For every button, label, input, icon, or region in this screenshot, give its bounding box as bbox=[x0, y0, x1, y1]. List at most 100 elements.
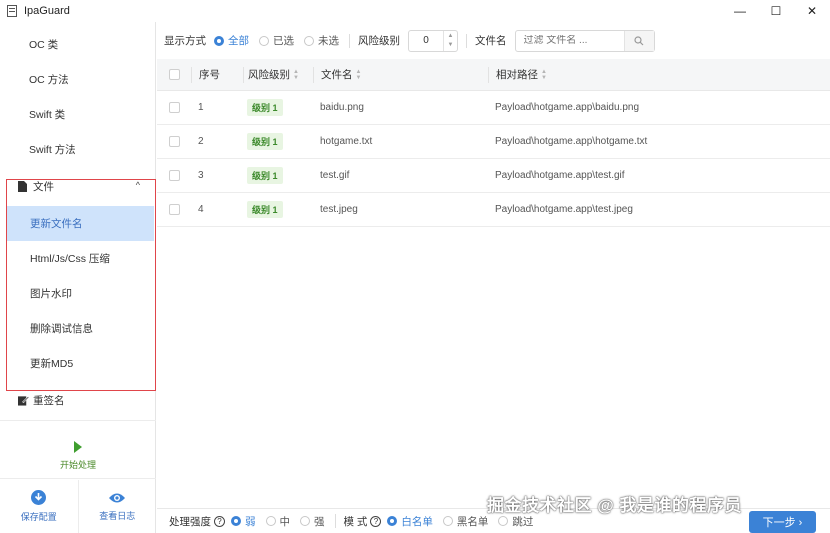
table-header: 序号 风险级别 ▲ ▼ 文件名 ▲ ▼ 相对路径 ▲ ▼ bbox=[157, 59, 830, 91]
chevron-down-icon[interactable]: ▼ bbox=[448, 41, 454, 50]
sidebar: OC 类 OC 方法 Swift 类 Swift 方法 文件 ^ 更新文件名 H… bbox=[0, 22, 156, 533]
col-filename[interactable]: 文件名 bbox=[321, 67, 353, 82]
eye-icon bbox=[108, 492, 126, 504]
close-button[interactable]: ✕ bbox=[794, 0, 830, 22]
sidebar-item-resign[interactable]: 重签名 bbox=[0, 383, 156, 418]
col-relative-path[interactable]: 相对路径 bbox=[496, 67, 538, 82]
row-filename: hotgame.txt bbox=[320, 136, 373, 147]
search-input[interactable] bbox=[515, 35, 624, 46]
radio-blacklist-label[interactable]: 黑名单 bbox=[457, 514, 489, 529]
search-button[interactable] bbox=[623, 30, 654, 51]
sidebar-divider bbox=[0, 478, 156, 479]
sidebar-group-file-label: 文件 bbox=[33, 181, 54, 193]
sidebar-item-update-md5[interactable]: 更新MD5 bbox=[6, 346, 154, 381]
view-log-button[interactable]: 查看日志 bbox=[79, 480, 157, 533]
radio-unselected[interactable] bbox=[304, 35, 314, 46]
radio-weak[interactable] bbox=[231, 516, 241, 526]
col-risk-level[interactable]: 风险级别 bbox=[248, 67, 290, 82]
sidebar-item-rename-file[interactable]: 更新文件名 bbox=[6, 206, 154, 241]
file-icon bbox=[18, 181, 29, 193]
strength-label: 处理强度 bbox=[169, 515, 211, 528]
radio-selected[interactable] bbox=[259, 35, 269, 46]
app-icon bbox=[6, 5, 18, 17]
table-row[interactable]: 2 级别 1 hotgame.txt Payload\hotgame.app\h… bbox=[157, 125, 830, 159]
radio-all[interactable] bbox=[214, 35, 224, 46]
sidebar-item-remove-debug[interactable]: 删除调试信息 bbox=[6, 311, 154, 346]
row-index: 3 bbox=[198, 170, 204, 181]
col-index: 序号 bbox=[199, 69, 220, 81]
main-panel: 显示方式 全部 已选 未选 风险级别 0 ▲▼ 文件名 序号 风险级别▲▼ 文件… bbox=[157, 22, 830, 533]
sidebar-item-compress[interactable]: Html/Js/Css 压缩 bbox=[6, 241, 154, 276]
play-icon bbox=[74, 441, 82, 453]
display-mode-label: 显示方式 bbox=[164, 35, 206, 47]
row-checkbox[interactable] bbox=[168, 102, 180, 113]
row-checkbox[interactable] bbox=[168, 204, 180, 215]
minimize-button[interactable]: — bbox=[722, 0, 758, 22]
sidebar-item-oc-class[interactable]: OC 类 bbox=[0, 27, 156, 62]
window-title: IpaGuard bbox=[24, 5, 70, 17]
row-filename: baidu.png bbox=[320, 102, 364, 113]
sidebar-item-oc-method[interactable]: OC 方法 bbox=[0, 62, 156, 97]
table-row[interactable]: 3 级别 1 test.gif Payload\hotgame.app\test… bbox=[157, 159, 830, 193]
sidebar-divider bbox=[0, 420, 156, 421]
risk-level-badge: 级别 1 bbox=[247, 99, 283, 116]
row-index: 4 bbox=[198, 204, 204, 215]
row-index: 2 bbox=[198, 136, 204, 147]
filename-search-field[interactable] bbox=[514, 29, 655, 52]
row-checkbox[interactable] bbox=[168, 170, 180, 181]
stepper-arrows[interactable]: ▲ ▼ bbox=[443, 30, 457, 51]
row-filename: test.jpeg bbox=[320, 204, 358, 215]
divider bbox=[466, 33, 467, 48]
radio-blacklist[interactable] bbox=[442, 516, 453, 526]
help-icon[interactable]: ? bbox=[370, 515, 382, 527]
sidebar-item-image-watermark[interactable]: 图片水印 bbox=[6, 276, 154, 311]
risk-level-badge: 级别 1 bbox=[247, 133, 283, 150]
radio-medium[interactable] bbox=[265, 516, 276, 526]
mode-label: 模 式 bbox=[343, 515, 368, 528]
radio-whitelist[interactable] bbox=[387, 516, 398, 526]
radio-unselected-label[interactable]: 未选 bbox=[318, 33, 339, 48]
next-step-button[interactable]: 下一步 › bbox=[749, 511, 816, 533]
sort-icon[interactable]: ▲ ▼ bbox=[541, 69, 547, 81]
risk-level-label: 风险级别 bbox=[358, 35, 400, 47]
row-path: Payload\hotgame.app\test.jpeg bbox=[495, 204, 633, 215]
row-path: Payload\hotgame.app\baidu.png bbox=[495, 102, 640, 113]
start-processing-button[interactable]: 开始处理 bbox=[0, 434, 156, 478]
maximize-button[interactable]: ☐ bbox=[758, 0, 794, 22]
radio-selected-label[interactable]: 已选 bbox=[273, 33, 294, 48]
table-row[interactable]: 1 级别 1 baidu.png Payload\hotgame.app\bai… bbox=[157, 91, 830, 125]
row-path: Payload\hotgame.app\test.gif bbox=[495, 170, 625, 181]
chevron-up-icon[interactable]: ^ bbox=[136, 180, 140, 190]
sidebar-item-swift-method[interactable]: Swift 方法 bbox=[0, 132, 156, 167]
save-config-button[interactable]: 保存配置 bbox=[0, 480, 79, 533]
radio-weak-label[interactable]: 弱 bbox=[245, 514, 256, 529]
radio-all-label[interactable]: 全部 bbox=[228, 33, 249, 48]
risk-level-stepper[interactable]: 0 ▲ ▼ bbox=[408, 29, 458, 52]
row-index: 1 bbox=[198, 102, 204, 113]
row-filename: test.gif bbox=[320, 170, 350, 181]
radio-whitelist-label[interactable]: 白名单 bbox=[401, 514, 433, 529]
row-checkbox[interactable] bbox=[168, 136, 180, 147]
radio-skip[interactable] bbox=[498, 516, 509, 526]
sort-icon[interactable]: ▲ ▼ bbox=[356, 69, 362, 81]
table-row[interactable]: 4 级别 1 test.jpeg Payload\hotgame.app\tes… bbox=[157, 193, 830, 227]
chevron-up-icon[interactable]: ▲ bbox=[448, 32, 454, 41]
resign-icon bbox=[18, 395, 29, 407]
radio-strong-label[interactable]: 强 bbox=[314, 514, 325, 529]
watermark-text: 掘金技术社区 @ 我是谁的程序员 bbox=[487, 496, 743, 515]
sort-icon[interactable]: ▲ ▼ bbox=[293, 69, 299, 81]
radio-strong[interactable] bbox=[300, 516, 310, 526]
select-all-checkbox[interactable] bbox=[168, 69, 180, 80]
radio-medium-label[interactable]: 中 bbox=[280, 514, 291, 529]
help-icon[interactable]: ? bbox=[214, 515, 225, 527]
filename-label: 文件名 bbox=[475, 35, 507, 47]
download-icon bbox=[31, 490, 47, 505]
search-icon bbox=[634, 35, 644, 45]
risk-level-badge: 级别 1 bbox=[247, 167, 283, 184]
sidebar-item-swift-class[interactable]: Swift 类 bbox=[0, 97, 156, 132]
risk-level-value[interactable]: 0 bbox=[409, 35, 443, 46]
save-config-label: 保存配置 bbox=[20, 512, 57, 522]
divider bbox=[334, 514, 336, 528]
sidebar-group-file[interactable]: 文件 ^ bbox=[0, 169, 156, 204]
filter-bar: 显示方式 全部 已选 未选 风险级别 0 ▲ ▼ 文件名 bbox=[157, 22, 830, 59]
